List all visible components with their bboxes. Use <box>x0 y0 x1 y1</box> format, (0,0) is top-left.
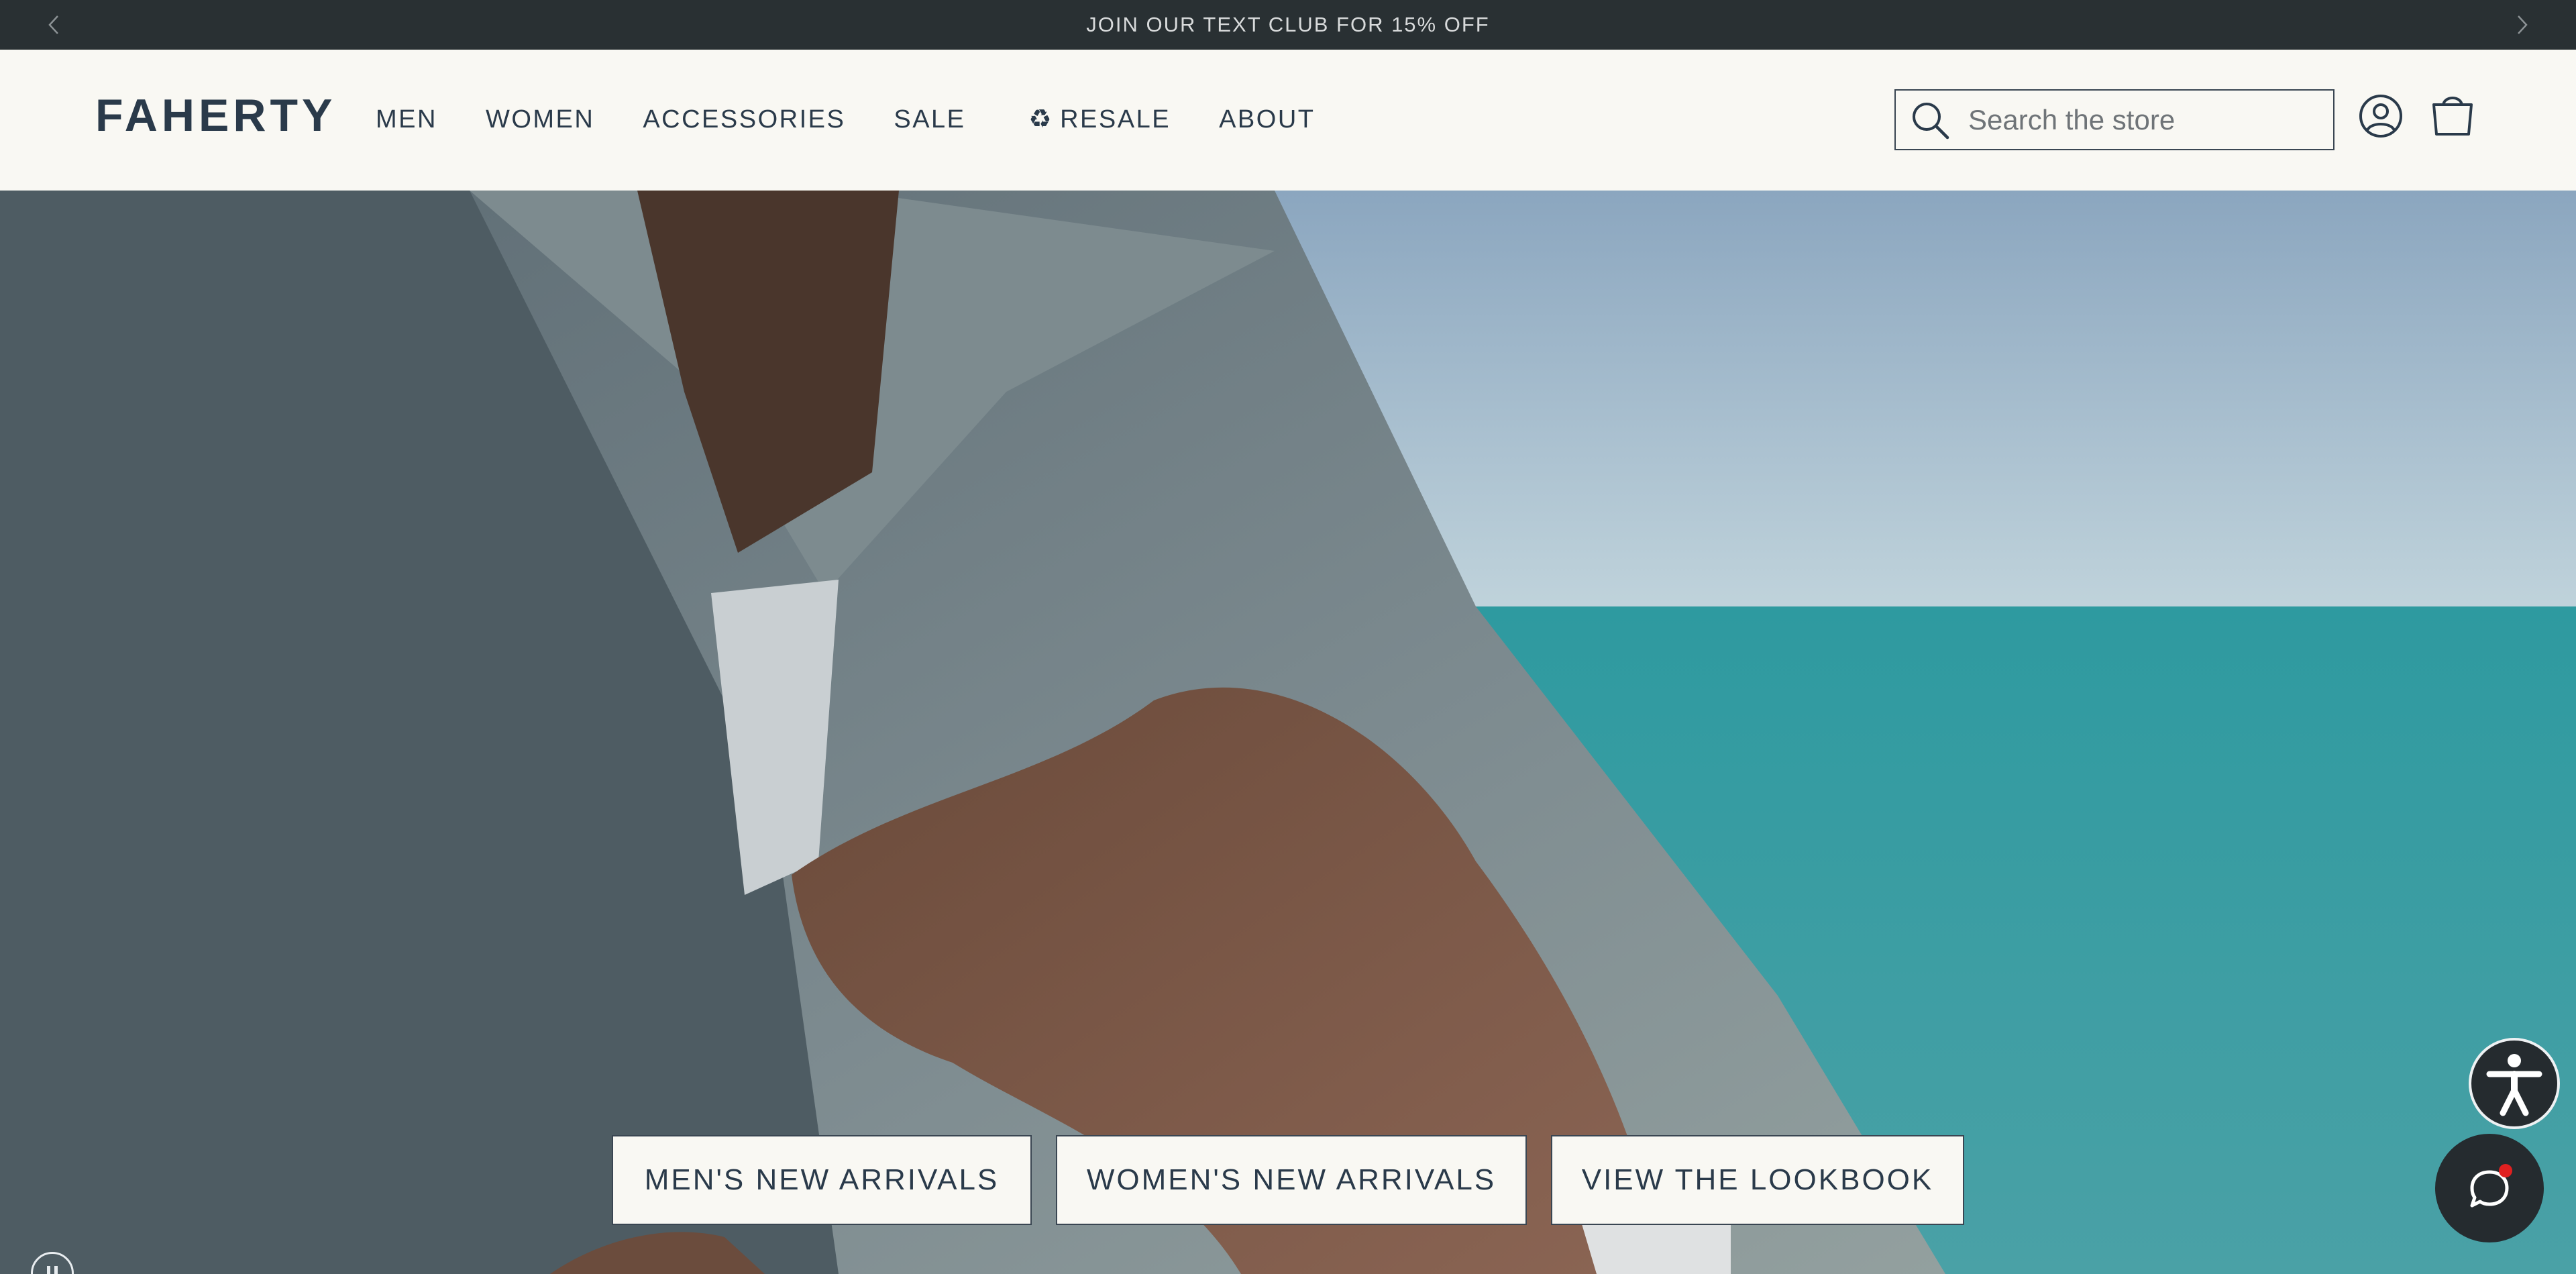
chat-bubble-icon <box>2470 1164 2512 1208</box>
chat-button[interactable] <box>2435 1134 2544 1242</box>
accessibility-button[interactable] <box>2469 1038 2560 1129</box>
search-input[interactable] <box>1967 103 2316 137</box>
recycle-icon: ♻ <box>1028 105 1054 134</box>
announcement-prev-button[interactable] <box>30 0 79 50</box>
view-lookbook-button[interactable]: VIEW THE LOOKBOOK <box>1551 1135 1964 1225</box>
chevron-right-icon <box>2518 15 2528 34</box>
nav-item-women[interactable]: WOMEN <box>486 105 594 136</box>
shopping-bag-icon[interactable] <box>2427 89 2478 140</box>
accessibility-icon <box>2486 1054 2542 1116</box>
user-circle-icon[interactable] <box>2357 93 2404 140</box>
chevron-left-icon <box>48 15 58 34</box>
announcement-text[interactable]: JOIN OUR TEXT CLUB FOR 15% OFF <box>1086 13 1489 37</box>
search-icon[interactable] <box>1908 98 1952 142</box>
hero-image <box>0 191 2576 1274</box>
faherty-logo[interactable]: FAHERTY <box>95 93 336 138</box>
nav-item-resale-label: RESALE <box>1060 105 1171 134</box>
nav-item-men[interactable]: MEN <box>376 105 437 136</box>
announcement-bar: JOIN OUR TEXT CLUB FOR 15% OFF <box>0 0 2576 50</box>
announcement-next-button[interactable] <box>2497 0 2546 50</box>
site-header: FAHERTY MEN WOMEN ACCESSORIES SALE ♻ RESA… <box>0 50 2576 191</box>
nav-item-sale[interactable]: SALE <box>894 105 965 136</box>
main-nav: MEN WOMEN ACCESSORIES SALE ♻ RESALE ABOUT <box>376 105 1363 136</box>
hero-banner: MEN'S NEW ARRIVALS WOMEN'S NEW ARRIVALS … <box>0 191 2576 1274</box>
nav-item-resale[interactable]: ♻ RESALE <box>1029 105 1171 136</box>
nav-item-accessories[interactable]: ACCESSORIES <box>643 105 845 136</box>
mens-new-arrivals-button[interactable]: MEN'S NEW ARRIVALS <box>612 1135 1032 1225</box>
nav-item-about[interactable]: ABOUT <box>1219 105 1315 136</box>
search-box[interactable] <box>1894 89 2334 150</box>
womens-new-arrivals-button[interactable]: WOMEN'S NEW ARRIVALS <box>1056 1135 1527 1225</box>
hero-cta-row: MEN'S NEW ARRIVALS WOMEN'S NEW ARRIVALS … <box>0 1135 2576 1225</box>
